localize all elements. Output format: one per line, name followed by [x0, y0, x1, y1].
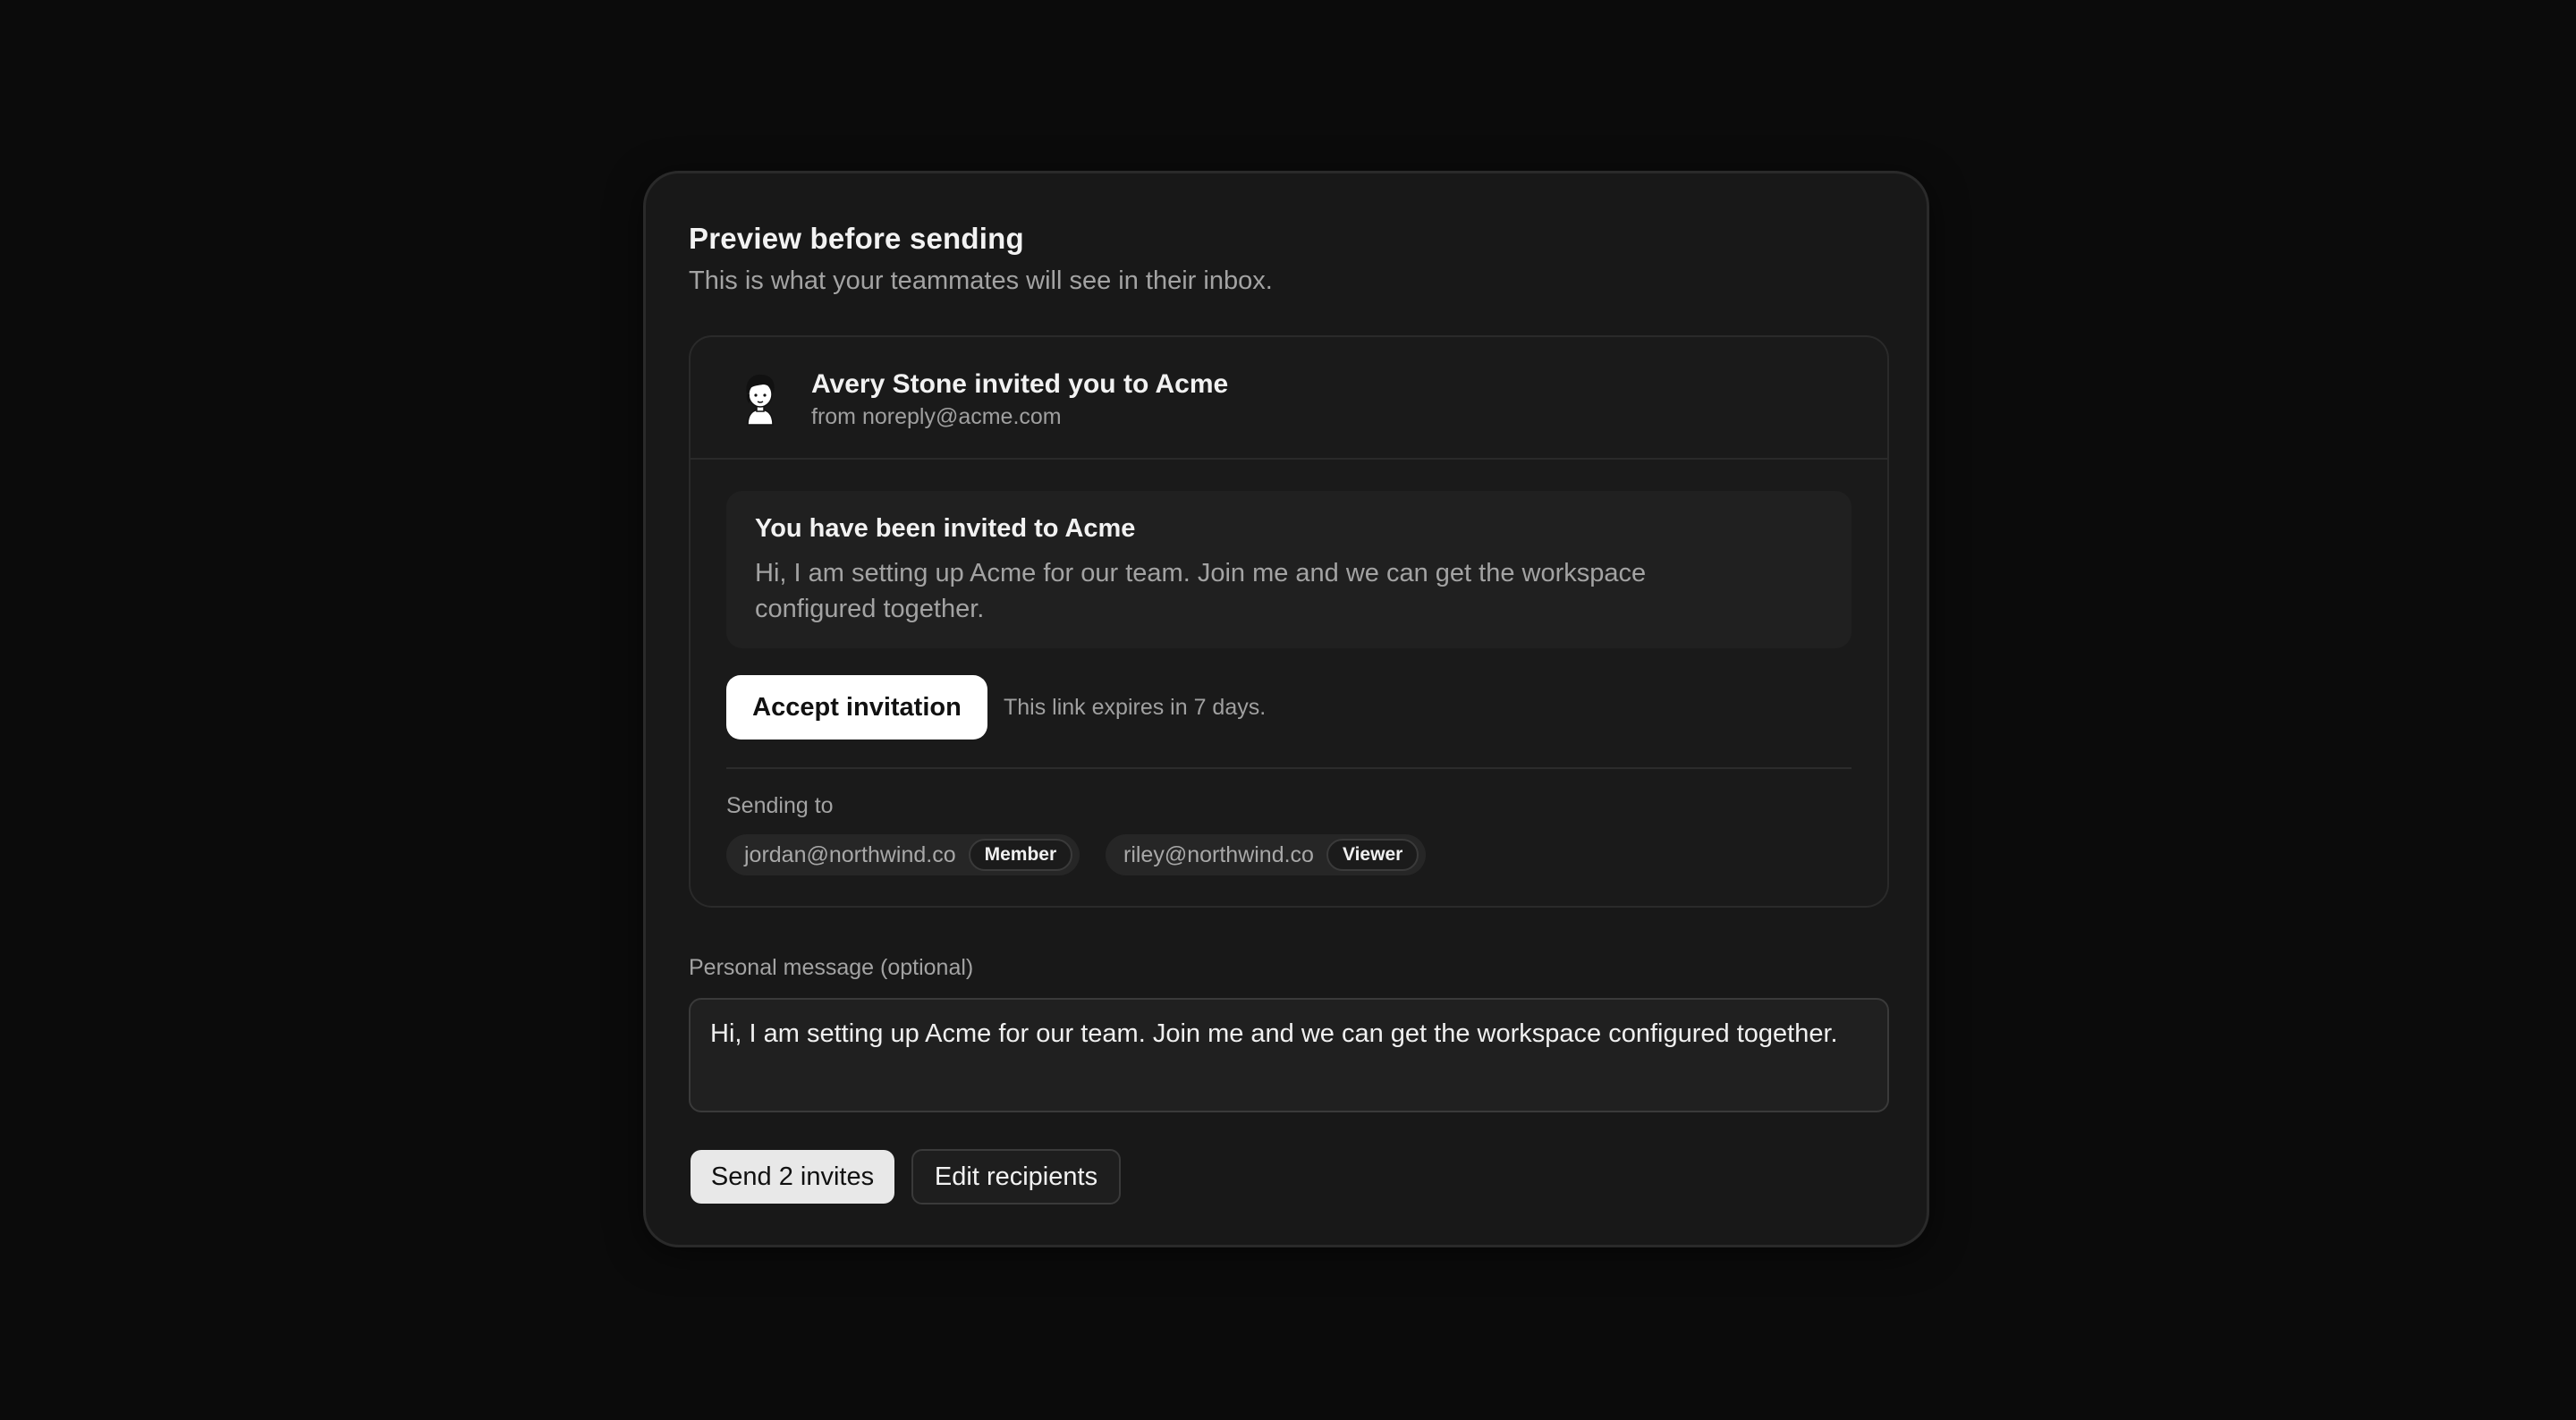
email-from-line: from noreply@acme.com	[811, 404, 1062, 429]
email-message-body: Hi, I am setting up Acme for our team. J…	[755, 559, 1647, 623]
sending-to-label: Sending to	[726, 793, 834, 818]
accept-invitation-button[interactable]: Accept invitation	[726, 675, 987, 740]
email-sender-line: Avery Stone invited you to Acme	[811, 369, 1229, 399]
invite-preview-dialog: Preview before sending This is what your…	[643, 171, 1929, 1247]
send-invites-button[interactable]: Send 2 invites	[691, 1150, 894, 1204]
recipient-chip: riley@northwind.co Viewer	[1106, 834, 1427, 875]
recipient-role-badge: Viewer	[1326, 839, 1419, 871]
link-expiry-note: This link expires in 7 days.	[1004, 695, 1267, 720]
email-header: Avery Stone invited you to Acme from nor…	[691, 337, 1887, 460]
recipient-role-badge: Member	[968, 839, 1073, 871]
email-message-title: You have been invited to Acme	[755, 514, 1136, 543]
dialog-title: Preview before sending	[689, 222, 1024, 255]
edit-recipients-button[interactable]: Edit recipients	[911, 1149, 1121, 1204]
divider	[726, 767, 1852, 769]
personal-message-textarea[interactable]: Hi, I am setting up Acme for our team. J…	[689, 998, 1889, 1112]
person-avatar-icon	[732, 369, 789, 427]
personal-message-label: Personal message (optional)	[689, 955, 974, 980]
dialog-subtitle: This is what your teammates will see in …	[689, 266, 1273, 295]
email-preview: Avery Stone invited you to Acme from nor…	[689, 335, 1889, 908]
recipient-email: riley@northwind.co	[1123, 841, 1314, 867]
recipient-email: jordan@northwind.co	[744, 841, 956, 867]
email-message-box: You have been invited to Acme Hi, I am s…	[726, 491, 1852, 648]
recipient-chip: jordan@northwind.co Member	[726, 834, 1080, 875]
